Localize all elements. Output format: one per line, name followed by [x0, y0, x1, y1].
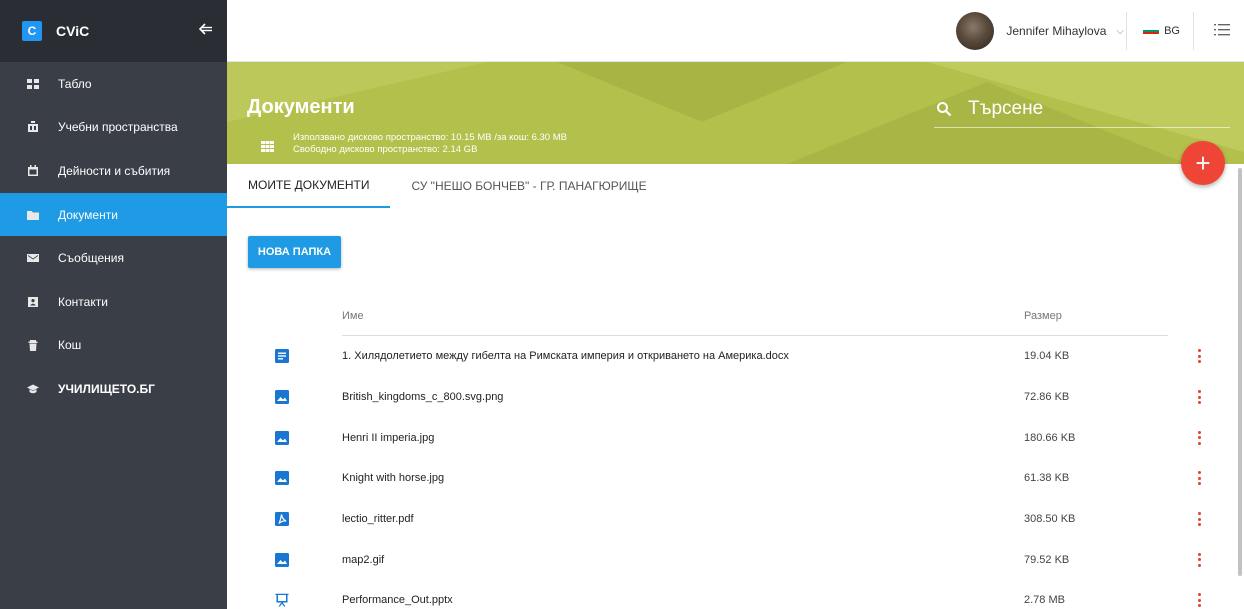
- document-file-icon: [275, 349, 289, 364]
- file-name[interactable]: 1. Хилядолетието между гибелта на Римска…: [342, 350, 1024, 362]
- storage-icon: [261, 139, 274, 152]
- document-tabs: МОИТЕ ДОКУМЕНТИ СУ "НЕШО БОНЧЕВ" - ГР. П…: [227, 164, 668, 208]
- calendar-icon: [27, 164, 39, 177]
- file-size: 2.78 MB: [1024, 594, 1065, 607]
- storage-info: Използвано дисково пространство: 10.15 M…: [293, 132, 567, 156]
- pdf-file-icon: [275, 512, 289, 527]
- tab-school-documents[interactable]: СУ "НЕШО БОНЧЕВ" - ГР. ПАНАГЮРИЩЕ: [390, 164, 667, 208]
- table-header: Име Размер: [254, 296, 1214, 336]
- language-selector[interactable]: BG: [1143, 0, 1180, 62]
- graduation-cap-icon: [27, 383, 39, 395]
- table-row[interactable]: 1. Хилядолетието между гибелта на Римска…: [254, 336, 1214, 377]
- sidebar: C CViC Табло Учебни пространства Дейност…: [0, 0, 227, 609]
- file-size: 61.38 KB: [1024, 472, 1070, 485]
- image-file-icon: [275, 552, 289, 567]
- dashboard-icon: [27, 78, 39, 90]
- trash-icon: [27, 339, 39, 352]
- sidebar-item-label: Документи: [58, 207, 118, 222]
- contacts-icon: [27, 296, 39, 308]
- page-title: Документи: [247, 96, 355, 118]
- file-name[interactable]: Knight with horse.jpg: [342, 472, 1024, 484]
- sidebar-item-dashboard[interactable]: Табло: [0, 62, 227, 106]
- documents-hero: Документи Използвано дисково пространств…: [227, 62, 1244, 164]
- free-space-text: Свободно дисково пространство: 2.14 GB: [293, 144, 478, 155]
- file-size: 19.04 KB: [1024, 350, 1070, 363]
- sidebar-item-trash[interactable]: Кош: [0, 324, 227, 368]
- file-size: 308.50 KB: [1024, 513, 1076, 526]
- column-header-size[interactable]: Размер: [1024, 310, 1184, 322]
- brand-name[interactable]: CViC: [56, 23, 199, 39]
- image-file-icon: [275, 390, 289, 405]
- divider: [1193, 12, 1194, 50]
- scrollbar[interactable]: [1238, 168, 1242, 576]
- sidebar-item-label: Кош: [58, 338, 82, 353]
- folder-icon: [27, 209, 39, 221]
- new-folder-button[interactable]: НОВА ПАПКА: [248, 236, 341, 268]
- sidebar-item-contacts[interactable]: Контакти: [0, 280, 227, 324]
- user-name[interactable]: Jennifer Mihaylova: [1006, 24, 1106, 38]
- tab-my-documents[interactable]: МОИТЕ ДОКУМЕНТИ: [227, 164, 391, 208]
- table-row[interactable]: Henri II imperia.jpg 180.66 KB: [254, 417, 1214, 458]
- more-options-icon[interactable]: [1197, 471, 1201, 486]
- more-options-icon[interactable]: [1197, 512, 1201, 527]
- presentation-file-icon: [275, 594, 289, 607]
- more-options-icon[interactable]: [1197, 390, 1201, 405]
- sidebar-item-label: УЧИЛИЩЕТО.БГ: [58, 381, 155, 396]
- more-options-icon[interactable]: [1197, 349, 1201, 364]
- sidebar-nav: Табло Учебни пространства Дейности и съб…: [0, 62, 227, 411]
- user-menu[interactable]: Jennifer Mihaylova ⌵: [956, 0, 1124, 62]
- image-file-icon: [275, 430, 289, 445]
- file-name[interactable]: British_kingdoms_c_800.svg.png: [342, 391, 1024, 403]
- chevron-down-icon[interactable]: ⌵: [1116, 26, 1124, 37]
- bulgarian-flag-icon: [1143, 28, 1160, 34]
- sidebar-item-documents[interactable]: Документи: [0, 192, 227, 237]
- file-name[interactable]: Performance_Out.pptx: [342, 594, 1024, 606]
- sidebar-item-label: Учебни пространства: [58, 120, 178, 135]
- more-options-icon[interactable]: [1197, 430, 1201, 445]
- sidebar-item-activities[interactable]: Дейности и събития: [0, 149, 227, 193]
- file-size: 79.52 KB: [1024, 553, 1070, 566]
- search-box[interactable]: [934, 90, 1230, 128]
- collapse-arrow-icon[interactable]: [198, 22, 213, 40]
- classroom-icon: [27, 121, 39, 133]
- table-row[interactable]: British_kingdoms_c_800.svg.png 72.86 KB: [254, 377, 1214, 418]
- sidebar-item-classrooms[interactable]: Учебни пространства: [0, 106, 227, 150]
- language-label[interactable]: BG: [1164, 25, 1180, 37]
- sidebar-item-messages[interactable]: Съобщения: [0, 236, 227, 280]
- sidebar-item-school[interactable]: УЧИЛИЩЕТО.БГ: [0, 367, 227, 411]
- avatar[interactable]: [956, 12, 995, 50]
- file-name[interactable]: Henri II imperia.jpg: [342, 432, 1024, 444]
- list-menu-icon[interactable]: [1214, 22, 1230, 38]
- sidebar-item-label: Дейности и събития: [58, 163, 171, 178]
- table-row[interactable]: Performance_Out.pptx 2.78 MB: [254, 580, 1214, 609]
- divider: [1126, 12, 1127, 50]
- more-options-icon[interactable]: [1197, 552, 1201, 567]
- search-input[interactable]: [968, 97, 1208, 120]
- sidebar-item-label: Табло: [58, 76, 92, 91]
- table-row[interactable]: map2.gif 79.52 KB: [254, 539, 1214, 580]
- table-row[interactable]: Knight with horse.jpg 61.38 KB: [254, 458, 1214, 499]
- used-space-text: Използвано дисково пространство: 10.15 M…: [293, 132, 567, 143]
- file-name[interactable]: map2.gif: [342, 554, 1024, 566]
- image-file-icon: [275, 471, 289, 486]
- sidebar-item-label: Контакти: [58, 294, 108, 309]
- header-divider: [342, 335, 1168, 336]
- add-fab-button[interactable]: +: [1181, 141, 1225, 185]
- search-icon[interactable]: [936, 101, 952, 117]
- file-size: 180.66 KB: [1024, 431, 1076, 444]
- top-bar: Jennifer Mihaylova ⌵ BG: [227, 0, 1244, 62]
- files-table: Име Размер 1. Хилядолетието между гибелт…: [254, 296, 1214, 609]
- more-options-icon[interactable]: [1197, 593, 1201, 608]
- table-row[interactable]: lectio_ritter.pdf 308.50 KB: [254, 499, 1214, 540]
- file-name[interactable]: lectio_ritter.pdf: [342, 513, 1024, 525]
- mail-icon: [27, 252, 39, 264]
- column-header-name[interactable]: Име: [342, 310, 1024, 322]
- file-size: 72.86 KB: [1024, 391, 1070, 404]
- brand-header: C CViC: [0, 0, 227, 62]
- brand-logo[interactable]: C: [22, 21, 42, 41]
- sidebar-item-label: Съобщения: [58, 251, 124, 266]
